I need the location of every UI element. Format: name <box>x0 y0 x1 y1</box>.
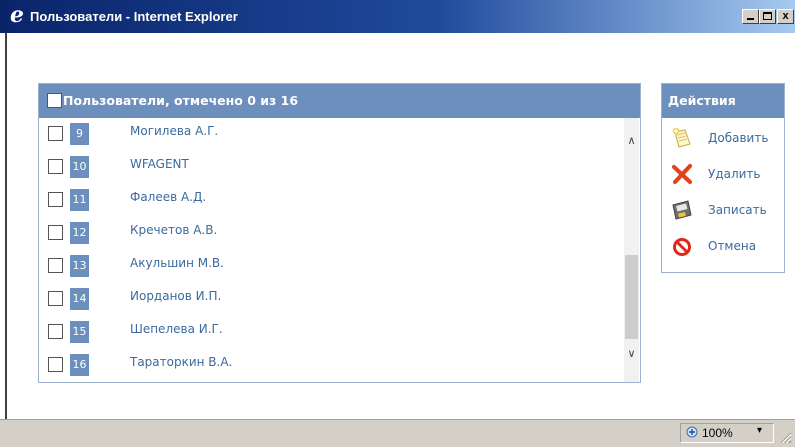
list-item: 11 Фалеев А.Д. <box>39 184 624 217</box>
row-number: 13 <box>70 255 89 277</box>
zoom-control[interactable]: 100% ▾ <box>680 423 774 443</box>
list-item: 9 Могилева А.Г. <box>39 118 624 151</box>
row-checkbox[interactable] <box>48 159 63 174</box>
row-number: 14 <box>70 288 89 310</box>
delete-button[interactable]: Удалить <box>662 156 784 192</box>
add-button[interactable]: Добавить <box>662 120 784 156</box>
row-number: 15 <box>70 321 89 343</box>
actions-panel-title: Действия <box>668 93 736 108</box>
save-disk-icon <box>672 200 692 220</box>
users-panel: Пользователи, отмечено 0 из 16 9 Могилев… <box>38 83 641 383</box>
user-name-link[interactable]: Могилева А.Г. <box>130 124 218 138</box>
ie-window: e Пользователи - Internet Explorer x Пол… <box>0 0 795 447</box>
select-all-checkbox[interactable] <box>47 93 62 108</box>
chevron-down-icon[interactable]: ▾ <box>757 425 762 436</box>
minimize-button[interactable] <box>742 9 759 24</box>
window-title: Пользователи - Internet Explorer <box>30 9 238 24</box>
actions-panel: Действия Добавить Удалить Записать Отмен… <box>661 83 785 273</box>
resize-grip-icon[interactable] <box>778 428 792 444</box>
maximize-icon <box>763 12 772 20</box>
user-name-link[interactable]: WFAGENT <box>130 157 189 171</box>
row-checkbox[interactable] <box>48 291 63 306</box>
title-bar[interactable]: e Пользователи - Internet Explorer x <box>0 0 795 33</box>
list-item: 15 Шепелева И.Г. <box>39 316 624 349</box>
minimize-icon <box>747 18 754 20</box>
cancel-label: Отмена <box>708 239 757 253</box>
zoom-magnifier-icon <box>686 426 698 438</box>
delete-label: Удалить <box>708 167 761 181</box>
maximize-button[interactable] <box>759 9 776 24</box>
internet-explorer-icon: e <box>10 2 24 28</box>
save-label: Записать <box>708 203 767 217</box>
scroll-up-icon[interactable]: ∧ <box>624 133 639 148</box>
row-number: 10 <box>70 156 89 178</box>
list-item: 13 Акульшин М.В. <box>39 250 624 283</box>
user-name-link[interactable]: Тараторкин В.А. <box>130 355 232 369</box>
user-name-link[interactable]: Фалеев А.Д. <box>130 190 206 204</box>
vertical-scrollbar[interactable]: ∧ ∨ <box>624 118 639 382</box>
add-label: Добавить <box>708 131 769 145</box>
cancel-circle-icon <box>673 238 691 256</box>
scroll-thumb[interactable] <box>625 255 638 339</box>
users-panel-header: Пользователи, отмечено 0 из 16 <box>39 84 640 118</box>
close-button[interactable]: x <box>777 9 794 24</box>
add-note-icon <box>672 127 691 148</box>
row-checkbox[interactable] <box>48 192 63 207</box>
list-item: 16 Тараторкин В.А. <box>39 349 624 382</box>
scroll-down-icon[interactable]: ∨ <box>624 346 639 361</box>
row-checkbox[interactable] <box>48 225 63 240</box>
row-checkbox[interactable] <box>48 324 63 339</box>
user-name-link[interactable]: Акульшин М.В. <box>130 256 224 270</box>
row-checkbox[interactable] <box>48 357 63 372</box>
row-number: 9 <box>70 123 89 145</box>
user-name-link[interactable]: Шепелева И.Г. <box>130 322 223 336</box>
row-checkbox[interactable] <box>48 126 63 141</box>
user-name-link[interactable]: Иорданов И.П. <box>130 289 221 303</box>
list-item: 14 Иорданов И.П. <box>39 283 624 316</box>
actions-panel-header: Действия <box>662 84 784 118</box>
save-button[interactable]: Записать <box>662 192 784 228</box>
user-name-link[interactable]: Кречетов А.В. <box>130 223 217 237</box>
zoom-level: 100% <box>702 426 733 440</box>
users-panel-title: Пользователи, отмечено 0 из 16 <box>63 93 299 108</box>
list-item: 10 WFAGENT <box>39 151 624 184</box>
delete-x-icon <box>671 163 693 185</box>
list-item: 12 Кречетов А.В. <box>39 217 624 250</box>
cancel-button[interactable]: Отмена <box>662 228 784 264</box>
users-list: 9 Могилева А.Г. 10 WFAGENT 11 Фалеев А.Д… <box>39 118 624 382</box>
status-bar: 100% ▾ <box>0 419 795 447</box>
row-number: 16 <box>70 354 89 376</box>
row-number: 11 <box>70 189 89 211</box>
row-checkbox[interactable] <box>48 258 63 273</box>
row-number: 12 <box>70 222 89 244</box>
